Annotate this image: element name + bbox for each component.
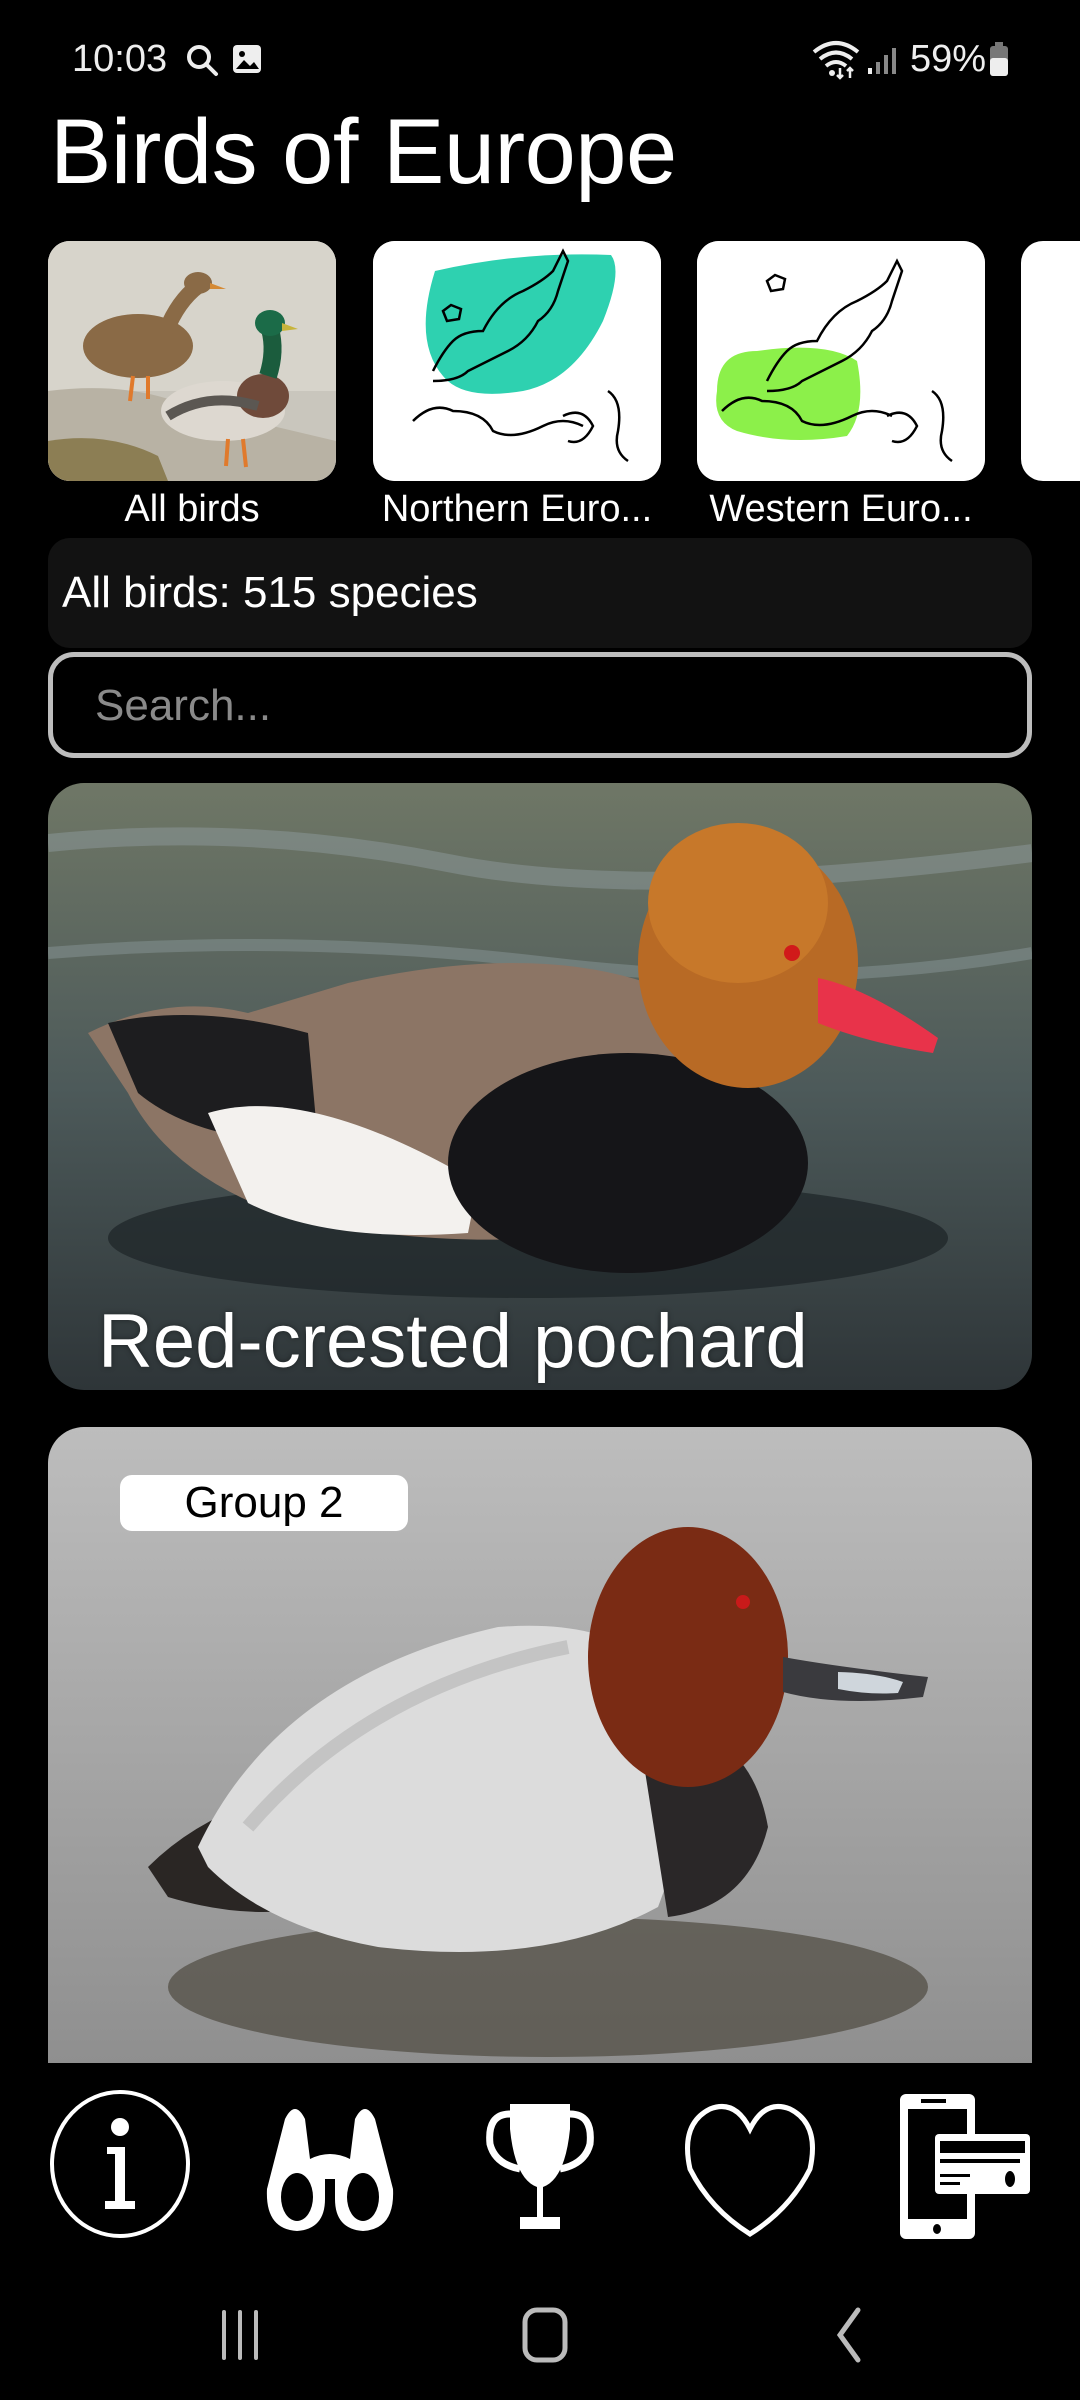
- region-label-all-birds[interactable]: All birds: [42, 488, 342, 531]
- image-icon: [233, 45, 261, 73]
- region-thumb-next[interactable]: [1021, 241, 1080, 481]
- search-box[interactable]: [48, 652, 1032, 758]
- region-thumb-northern-europe[interactable]: [373, 241, 661, 481]
- northern-europe-map: [373, 241, 661, 481]
- western-europe-map: [697, 241, 985, 481]
- bottom-nav: [0, 2063, 1080, 2273]
- species-count-text: All birds: 515 species: [62, 568, 478, 617]
- system-recents-button[interactable]: [200, 2300, 280, 2370]
- nav-info-button[interactable]: [45, 2089, 195, 2239]
- region-label-western-europe[interactable]: Western Euro...: [691, 488, 991, 531]
- back-icon: [836, 2307, 861, 2363]
- nav-binoculars-button[interactable]: [255, 2089, 405, 2239]
- bird-card[interactable]: Group 2: [48, 1427, 1032, 2063]
- battery-percent: 59%: [910, 38, 987, 80]
- region-thumb-all-birds[interactable]: [48, 241, 336, 481]
- nav-favorites-button[interactable]: [675, 2089, 825, 2239]
- heart-icon: [685, 2104, 815, 2237]
- system-home-button[interactable]: [505, 2300, 585, 2370]
- nav-trophy-button[interactable]: [465, 2089, 615, 2239]
- search-input[interactable]: [93, 657, 997, 755]
- trophy-icon: [486, 2104, 594, 2229]
- status-time: 10:03: [72, 38, 168, 80]
- page-title: Birds of Europe: [50, 101, 677, 203]
- system-back-button[interactable]: [808, 2300, 888, 2370]
- nav-purchase-button[interactable]: [885, 2089, 1035, 2239]
- signal-icon: [868, 48, 896, 74]
- group-badge: Group 2: [120, 1475, 408, 1531]
- phone-card-icon: [900, 2094, 1030, 2239]
- home-icon: [522, 2307, 568, 2363]
- bird-card-title: Red-crested pochard: [98, 1299, 808, 1384]
- region-thumb-western-europe[interactable]: [697, 241, 985, 481]
- search-icon: [187, 45, 218, 76]
- region-label-northern-europe[interactable]: Northern Euro...: [367, 488, 667, 531]
- binoculars-icon: [266, 2109, 394, 2231]
- battery-icon: [990, 42, 1008, 76]
- recents-icon: [222, 2310, 258, 2360]
- info-icon: [50, 2090, 190, 2238]
- mallard-ducks-photo: [48, 241, 336, 481]
- species-count-bar: All birds: 515 species: [48, 538, 1032, 648]
- wifi-icon: [812, 41, 860, 80]
- bird-card[interactable]: Red-crested pochard: [48, 783, 1032, 1390]
